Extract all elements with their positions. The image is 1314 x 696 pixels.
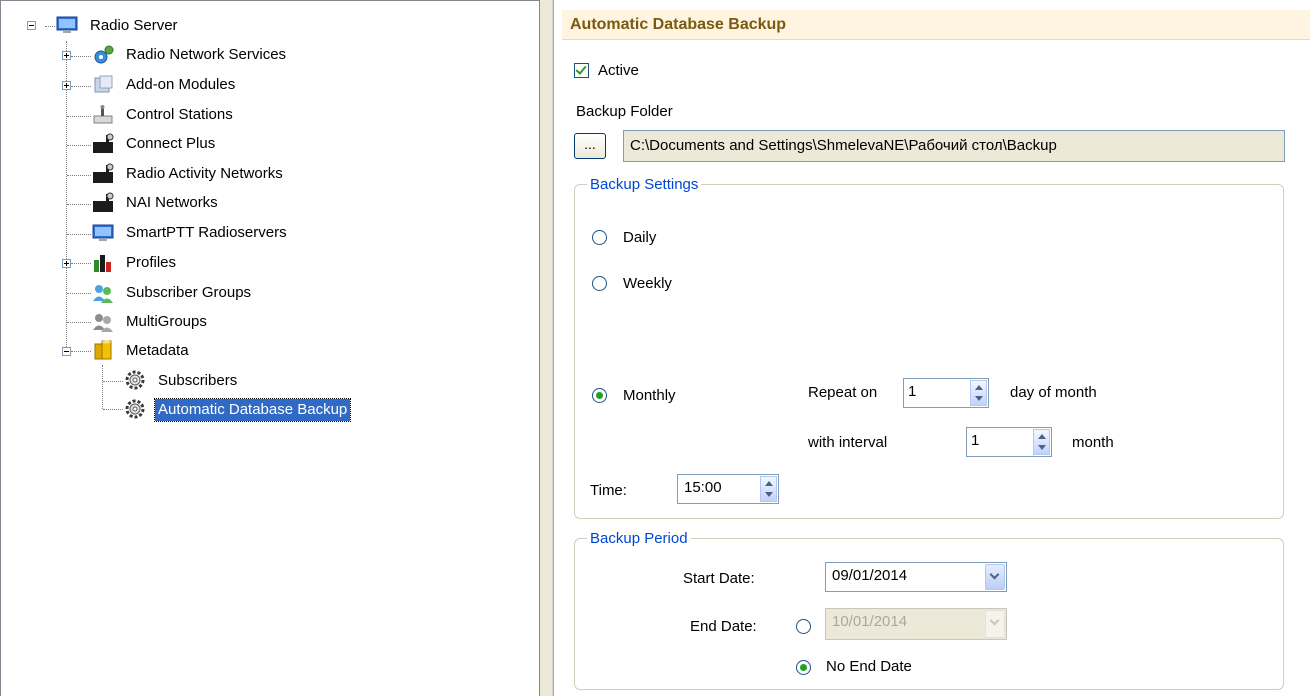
- month-label: month: [1072, 434, 1114, 451]
- radio-icon: [91, 163, 115, 185]
- tree-item-smartptt-radioservers[interactable]: SmartPTT Radioservers: [123, 222, 290, 244]
- expand-toggle[interactable]: [62, 81, 71, 90]
- radio-icon: [91, 192, 115, 214]
- tree-item-multigroups[interactable]: MultiGroups: [123, 311, 210, 333]
- backup-settings-title: Backup Settings: [587, 176, 702, 193]
- interval-value: 1: [971, 432, 980, 449]
- tree-item-metadata[interactable]: Metadata: [123, 340, 192, 362]
- backup-folder-path-field[interactable]: C:\Documents and Settings\ShmelevaNE\Раб…: [623, 130, 1285, 162]
- backup-settings-group: [574, 184, 1284, 519]
- end-date-picker: 10/01/2014: [825, 608, 1007, 640]
- tree-connector: [67, 145, 91, 146]
- panel-splitter[interactable]: [540, 0, 553, 696]
- monthly-label: Monthly: [623, 387, 676, 404]
- tree-connector: [71, 351, 91, 352]
- expand-toggle[interactable]: [62, 51, 71, 60]
- start-date-picker[interactable]: 09/01/2014: [825, 562, 1007, 592]
- tree-connector: [103, 409, 123, 410]
- start-date-value: 09/01/2014: [832, 567, 908, 584]
- tree-connector: [67, 322, 91, 323]
- collapse-toggle[interactable]: [27, 21, 36, 30]
- tree-connector: [67, 293, 91, 294]
- backup-period-title: Backup Period: [587, 530, 691, 547]
- with-interval-label: with interval: [808, 434, 888, 451]
- end-date-label: End Date:: [690, 618, 757, 635]
- active-label: Active: [598, 62, 639, 79]
- gear-icon: [123, 398, 147, 420]
- tree-connector: [67, 234, 91, 235]
- tree-connector: [67, 204, 91, 205]
- gear-network-icon: [91, 44, 115, 66]
- weekly-label: Weekly: [623, 275, 672, 292]
- tree-item-connect-plus[interactable]: Connect Plus: [123, 133, 218, 155]
- stepper-arrows-icon[interactable]: [1033, 429, 1050, 455]
- tree-item-add-on-modules[interactable]: Add-on Modules: [123, 74, 238, 96]
- chevron-down-icon: [985, 610, 1005, 638]
- interval-stepper[interactable]: 1: [966, 427, 1052, 457]
- tree-item-control-stations[interactable]: Control Stations: [123, 104, 236, 126]
- tree-connector: [67, 175, 91, 176]
- tree-connector: [71, 86, 91, 87]
- profiles-icon: [91, 252, 115, 274]
- tree-item-automatic-database-backup[interactable]: Automatic Database Backup: [153, 398, 352, 422]
- collapse-toggle[interactable]: [62, 347, 71, 356]
- daily-radio[interactable]: [592, 230, 607, 245]
- tree-connector: [102, 365, 103, 409]
- tree-item-radio-activity-networks[interactable]: Radio Activity Networks: [123, 163, 286, 185]
- repeat-on-label: Repeat on: [808, 384, 878, 401]
- end-date-value: 10/01/2014: [832, 613, 908, 630]
- time-label: Time:: [590, 482, 627, 499]
- modules-icon: [91, 74, 115, 96]
- tree-connector: [71, 56, 91, 57]
- tree-connector: [71, 263, 91, 264]
- browse-folder-button[interactable]: ...: [574, 133, 606, 159]
- control-station-icon: [91, 104, 115, 126]
- chevron-down-icon[interactable]: [985, 564, 1005, 590]
- computer-icon: [55, 14, 79, 36]
- daily-label: Daily: [623, 229, 657, 246]
- repeat-on-day-stepper[interactable]: 1: [903, 378, 989, 408]
- no-end-date-radio[interactable]: [796, 660, 811, 675]
- time-stepper[interactable]: 15:00: [677, 474, 779, 504]
- backup-folder-label: Backup Folder: [576, 103, 673, 120]
- expand-toggle[interactable]: [62, 259, 71, 268]
- start-date-label: Start Date:: [683, 570, 755, 587]
- monthly-radio[interactable]: [592, 388, 607, 403]
- tree-connector: [67, 116, 91, 117]
- settings-panel: Automatic Database Backup Active Backup …: [553, 0, 1314, 696]
- gear-icon: [123, 369, 147, 391]
- no-end-date-label: No End Date: [826, 658, 912, 675]
- users-icon: [91, 282, 115, 304]
- page-title: Automatic Database Backup: [562, 10, 1310, 40]
- repeat-on-day-value: 1: [908, 383, 917, 400]
- time-value: 15:00: [684, 479, 722, 496]
- tree-item-profiles[interactable]: Profiles: [123, 252, 179, 274]
- tree-connector: [103, 381, 123, 382]
- tree-item-subscriber-groups[interactable]: Subscriber Groups: [123, 282, 254, 304]
- end-date-radio[interactable]: [796, 619, 811, 634]
- database-icon: [91, 339, 115, 361]
- day-of-month-label: day of month: [1010, 384, 1097, 401]
- tree-item-radio-network-services[interactable]: Radio Network Services: [123, 44, 289, 66]
- radio-icon: [91, 133, 115, 155]
- tree-connector: [45, 26, 55, 27]
- active-checkbox[interactable]: [574, 63, 589, 78]
- tree-item-subscribers[interactable]: Subscribers: [155, 370, 240, 392]
- users-gray-icon: [91, 311, 115, 333]
- navigation-tree[interactable]: Radio Server Radio Network Services Add-…: [0, 0, 540, 696]
- computer-icon: [91, 222, 115, 244]
- tree-item-nai-networks[interactable]: NAI Networks: [123, 192, 221, 214]
- tree-item-radio-server[interactable]: Radio Server: [87, 15, 181, 37]
- stepper-arrows-icon[interactable]: [970, 380, 987, 406]
- stepper-arrows-icon[interactable]: [760, 476, 777, 502]
- weekly-radio[interactable]: [592, 276, 607, 291]
